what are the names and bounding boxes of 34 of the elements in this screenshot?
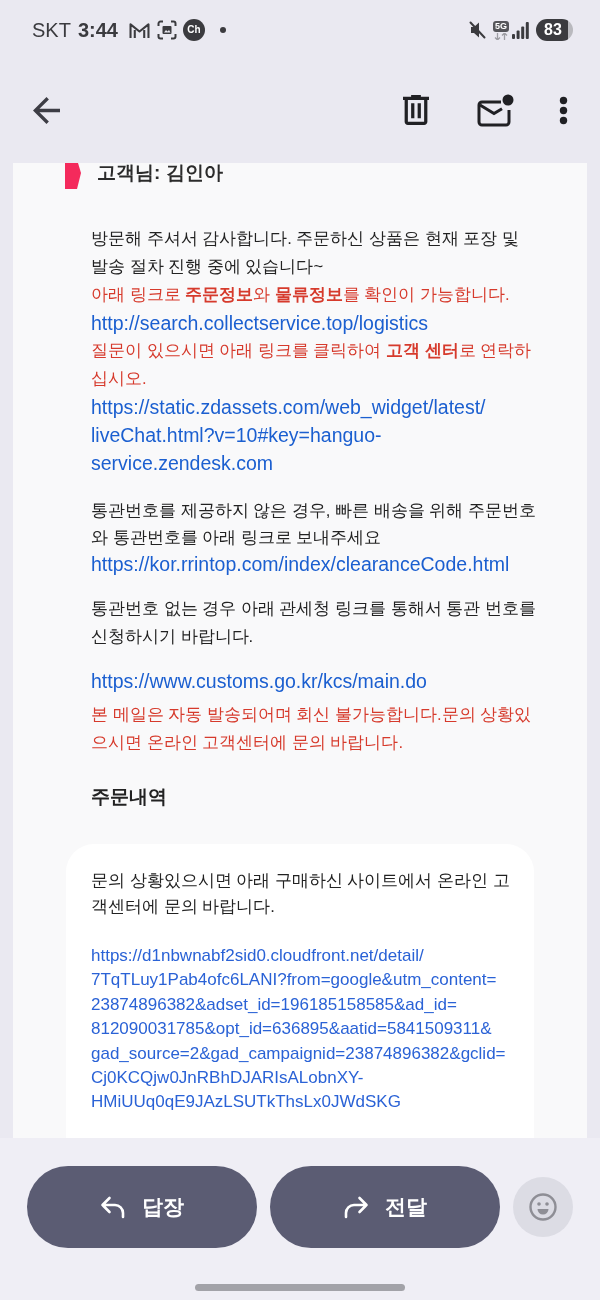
link[interactable]: https://kor.rrintop.com/index/clearanceCode.html [91,551,540,578]
screenshot-icon [156,20,177,40]
body-text: 통관번호 없는 경우 아래 관세청 링크를 통해서 통관 번호를 신청하시기 바랍니다. [91,598,537,648]
more-options-icon[interactable] [559,95,568,125]
notice-text: 아래 링크로 주문정보와 물류정보를 확인이 가능합니다. [91,284,511,306]
link[interactable]: https://www.customs.go.kr/kcs/main.do [91,667,540,695]
chat-badge: Ch [182,19,205,41]
forward-icon [343,1195,369,1219]
smiley-icon [529,1193,557,1221]
body-text: 통관번호를 제공하지 않은 경우, 빠른 배송을 위해 주문번호와 통관번호를 아래 링크로 보내주세요 [91,500,537,549]
section-heading: 주문내역 [91,785,168,809]
accent-marker-icon [65,163,81,189]
back-arrow-icon[interactable] [33,96,60,124]
forward-button[interactable]: 전달 [270,1166,500,1248]
battery-indicator: 83 [536,19,573,41]
unread-mail-icon[interactable] [477,93,514,127]
carrier-name: SKT [32,18,71,42]
data-arrows-icon [494,32,508,40]
delete-icon[interactable] [403,95,429,125]
body-text: 방문해 주셔서 감사합니다. 주문하신 상품은 현재 포장 및 발송 절차 진행 중에 있습니다~ [91,228,520,278]
reply-button[interactable]: 답장 [27,1166,257,1248]
reply-icon [100,1195,126,1219]
link[interactable]: https://static.zdassets.com/web_widget/latest/liveChat.html?v=10#key=hanguo-service.zendesk.com [91,393,540,477]
mute-icon [469,21,486,39]
link[interactable]: https://d1nbwnabf2sid0.cloudfront.net/detail/7TqTLuy1Pab4ofc6LANI?from=google&utm_content=23874896382&adset_id=196185158585&ad_id=812090031785&opt_id=636895&aatid=5841509311&gad_source=2&gad_campaignid=23874896382&gclid=Cj0KCQjw0JnRBhDJARIsALobnXY-HMiUUq0qE9JAzLSUTkThsLx0JWdSKG [91,944,512,1115]
m-logo-icon [128,21,150,39]
signal-icon [512,21,529,39]
status-time: 3:44 [77,18,118,42]
notice-text: 질문이 있으시면 아래 링크를 클릭하여 고객 센터로 연락하십시오. [91,340,533,390]
network-type-badge: 5G [493,20,509,32]
notice-text: 본 메일은 자동 발송되어며 회신 불가능합니다.문의 상황있으시면 온라인 고객센터에 문의 바랍니다. [91,704,533,754]
recipient-heading: 고객님: 김인아 [97,163,223,183]
link[interactable]: http://search.collectservice.top/logistics [91,309,540,337]
card-message: 문의 상황있으시면 아래 구매하신 사이트에서 온라인 고객센터에 문의 바랍니다. [91,870,511,918]
